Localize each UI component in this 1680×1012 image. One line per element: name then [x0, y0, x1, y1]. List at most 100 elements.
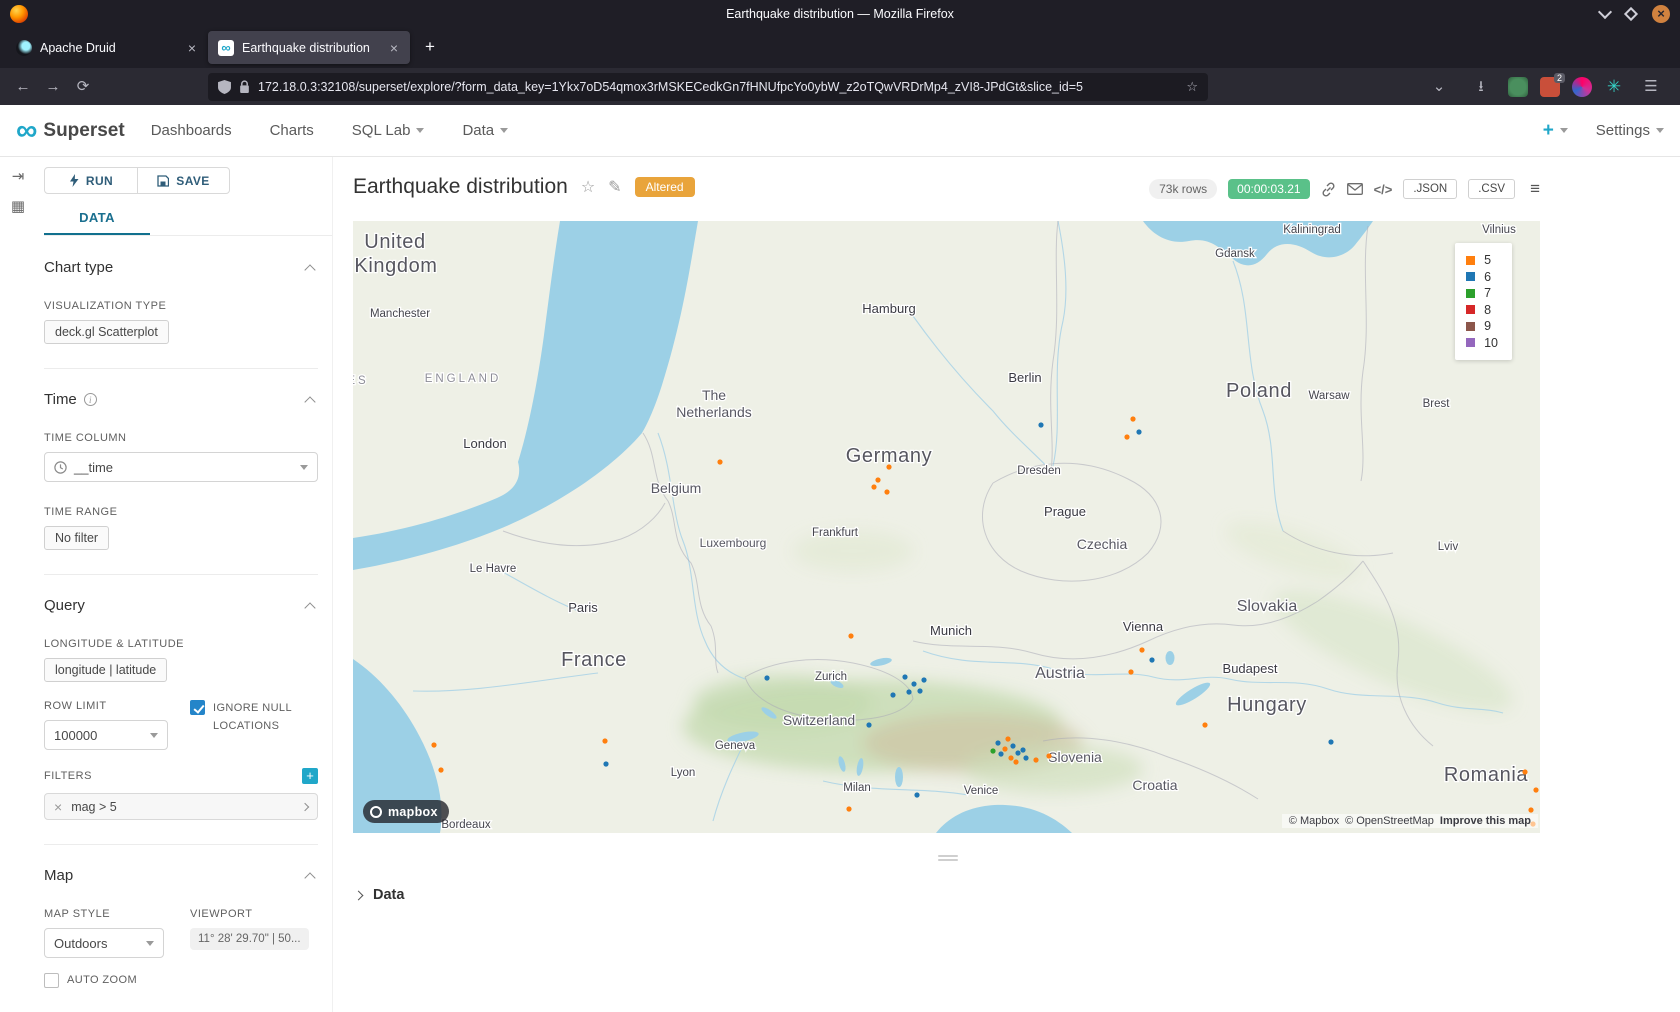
mapbox-logo[interactable]: mapbox [363, 800, 449, 823]
extension-icon[interactable] [1508, 77, 1528, 97]
expand-panel-icon[interactable]: ⇥ [8, 167, 28, 187]
remove-filter-icon[interactable]: × [54, 799, 62, 815]
titlebar: Earthquake distribution — Mozilla Firefo… [0, 0, 1680, 28]
legend-item[interactable]: 10 [1466, 335, 1498, 352]
map-style-label: MAP STYLE [44, 908, 190, 920]
section-header-map[interactable]: Map [44, 867, 318, 884]
earthquake-point [1020, 747, 1025, 752]
settings-menu[interactable]: Settings [1596, 122, 1664, 139]
brand-name[interactable]: Superset [43, 120, 124, 142]
map-attribution: © Mapbox © OpenStreetMap Improve this ma… [1282, 814, 1538, 828]
map-style-value: Outdoors [54, 936, 107, 951]
attribution-mapbox[interactable]: © Mapbox [1289, 815, 1339, 827]
add-filter-button[interactable]: + [302, 768, 318, 784]
maximize-icon[interactable] [1624, 7, 1638, 21]
row-limit-select[interactable]: 100000 [44, 720, 168, 750]
nav-item-sql-lab[interactable]: SQL Lab [352, 122, 425, 139]
auto-zoom-control[interactable]: AUTO ZOOM [44, 972, 318, 990]
auto-zoom-checkbox[interactable] [44, 973, 59, 988]
favorite-star-icon[interactable]: ☆ [581, 177, 595, 197]
extension-icon[interactable]: ✳ [1604, 77, 1624, 97]
toolbar-right-icons: ⌄ ⭳ 2 ✳ ☰ [1424, 73, 1672, 101]
lonlat-label: LONGITUDE & LATITUDE [44, 638, 318, 650]
export-csv-button[interactable]: .CSV [1468, 179, 1515, 199]
altered-badge[interactable]: Altered [635, 177, 695, 197]
close-icon[interactable]: × [1652, 5, 1670, 23]
bookmark-star-icon[interactable]: ☆ [1186, 79, 1198, 95]
map-label: Czechia [1077, 536, 1128, 552]
menu-icon[interactable]: ☰ [1636, 73, 1666, 101]
deckgl-map[interactable]: UnitedKingdomManchesterENGLANDESLondonLe… [353, 221, 1540, 833]
resize-handle[interactable] [938, 853, 958, 863]
run-button[interactable]: RUN [44, 167, 138, 194]
map-label: Gdansk [1215, 248, 1255, 260]
nav-item-data[interactable]: Data [462, 122, 508, 139]
save-button[interactable]: SAVE [137, 167, 230, 194]
lonlat-value[interactable]: longitude | latitude [44, 658, 167, 682]
map-label: Le Havre [470, 563, 517, 575]
attribution-improve-link[interactable]: Improve this map [1440, 815, 1531, 827]
add-new-button[interactable]: + [1543, 120, 1568, 142]
url-field[interactable]: 172.18.0.3:32108/superset/explore/?form_… [208, 73, 1208, 101]
edit-icon[interactable]: ✎ [608, 177, 621, 197]
earthquake-point [1010, 743, 1015, 748]
dataset-grid-icon[interactable]: ▦ [8, 197, 28, 217]
embed-code-icon[interactable]: </> [1374, 182, 1393, 197]
map-label: Croatia [1132, 777, 1177, 793]
tab-earthquake-distribution[interactable]: ∞ Earthquake distribution × [208, 31, 410, 64]
time-column-select[interactable]: __time [44, 452, 318, 482]
nav-item-charts[interactable]: Charts [270, 122, 314, 139]
legend-item[interactable]: 7 [1466, 285, 1498, 302]
chart-header: Earthquake distribution ☆ ✎ Altered [353, 175, 695, 199]
tab-close-icon[interactable]: × [186, 40, 198, 56]
ignore-null-checkbox[interactable] [190, 700, 205, 715]
viz-type-value[interactable]: deck.gl Scatterplot [44, 320, 169, 344]
export-json-button[interactable]: .JSON [1403, 179, 1457, 199]
attribution-osm[interactable]: © OpenStreetMap [1345, 815, 1434, 827]
nav-item-dashboards[interactable]: Dashboards [151, 122, 232, 139]
chevron-right-icon[interactable] [301, 802, 309, 810]
legend-item[interactable]: 5 [1466, 252, 1498, 269]
ignore-null-control[interactable]: IGNORE NULL LOCATIONS [190, 700, 318, 735]
legend-item[interactable]: 9 [1466, 318, 1498, 335]
map-label: Milan [843, 782, 870, 794]
back-button[interactable]: ← [8, 73, 38, 101]
map-label: Venice [964, 785, 999, 797]
legend-item[interactable]: 8 [1466, 302, 1498, 319]
section-header-time[interactable]: Time i [44, 391, 318, 408]
minimize-icon[interactable] [1598, 5, 1612, 19]
earthquake-point [431, 742, 436, 747]
reload-button[interactable]: ⟳ [68, 73, 98, 101]
email-icon[interactable] [1347, 183, 1363, 195]
tab-data[interactable]: DATA [44, 204, 150, 235]
downloads-icon[interactable]: ⭳ [1466, 73, 1496, 101]
legend-item[interactable]: 6 [1466, 269, 1498, 286]
lock-icon[interactable] [239, 80, 250, 93]
save-to-pocket-icon[interactable]: ⌄ [1424, 73, 1454, 101]
auto-zoom-label: AUTO ZOOM [67, 972, 137, 990]
tab-close-icon[interactable]: × [388, 40, 400, 56]
chart-menu-icon[interactable]: ≡ [1530, 179, 1540, 199]
account-avatar-icon[interactable] [1572, 77, 1592, 97]
viewport-value[interactable]: 11° 28' 29.70" | 50... [190, 928, 309, 950]
data-panel-toggle[interactable]: Data [355, 887, 404, 903]
new-tab-button[interactable]: + [416, 33, 444, 61]
data-panel-label: Data [373, 887, 404, 903]
shield-icon[interactable] [218, 80, 231, 94]
filter-item[interactable]: × mag > 5 [44, 793, 318, 820]
earthquake-point [906, 689, 911, 694]
share-link-icon[interactable] [1321, 182, 1336, 197]
superset-logo-icon[interactable]: ∞ [16, 116, 37, 146]
tab-apache-druid[interactable]: Apache Druid × [6, 31, 208, 64]
caret-down-icon [150, 733, 158, 738]
map-style-select[interactable]: Outdoors [44, 928, 164, 958]
time-range-value[interactable]: No filter [44, 526, 109, 550]
earthquake-point [1128, 669, 1133, 674]
window-title: Earthquake distribution — Mozilla Firefo… [0, 7, 1680, 21]
section-header-query[interactable]: Query [44, 597, 318, 614]
section-header-chart-type[interactable]: Chart type [44, 259, 318, 276]
legend-swatch [1466, 272, 1475, 281]
chevron-up-icon [304, 396, 315, 407]
extension-icon[interactable]: 2 [1540, 77, 1560, 97]
forward-button[interactable]: → [38, 73, 68, 101]
